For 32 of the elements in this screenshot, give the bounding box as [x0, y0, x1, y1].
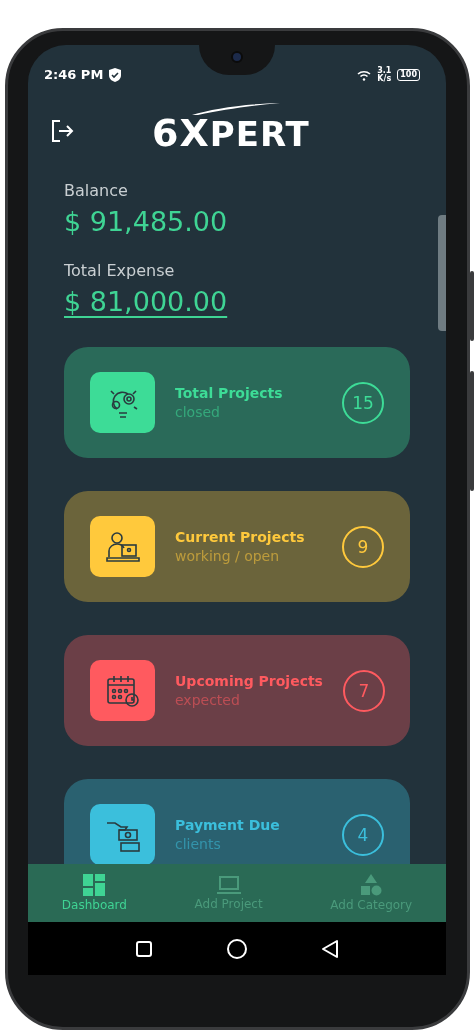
summary-label: Balance: [64, 181, 129, 200]
wifi-icon: [357, 69, 372, 81]
summary-label: Total Expense: [64, 261, 176, 280]
status-time: 2:46 PM: [44, 67, 104, 82]
stat-card[interactable]: Current Projects working / open 9: [64, 491, 410, 602]
card-subtitle: working / open: [175, 548, 281, 564]
summary-amount[interactable]: $ 81,000.00: [64, 286, 228, 317]
summary-amount: $ 91,485.00: [64, 206, 228, 237]
logout-icon[interactable]: [50, 119, 74, 143]
stat-card[interactable]: Upcoming Projects expected 7: [64, 635, 410, 746]
card-subtitle: expected: [175, 692, 241, 708]
battery-level: 100: [397, 69, 420, 81]
card-title: Upcoming Projects: [175, 673, 323, 689]
laptop-icon: [215, 875, 242, 895]
count-badge: 7: [342, 669, 385, 712]
camera-icon: [231, 51, 243, 63]
nav-tab[interactable]: Dashboard: [55, 870, 133, 916]
shield-check-icon: [109, 67, 122, 82]
card-subtitle: closed: [175, 404, 221, 420]
stat-card[interactable]: Total Projects closed 15: [64, 347, 410, 458]
logo: 6XPERT: [152, 103, 322, 154]
shapes-icon: [360, 874, 383, 896]
card-title: Total Projects: [175, 385, 284, 401]
card-title: Current Projects: [175, 529, 306, 545]
scrollbar[interactable]: [438, 215, 446, 331]
card-title: Payment Due: [175, 817, 281, 833]
dashboard-icon: [83, 874, 106, 896]
count-badge: 15: [342, 381, 384, 424]
card-subtitle: clients: [175, 836, 222, 852]
count-badge: 4: [342, 813, 384, 856]
network-speed: 3.1 K/s: [377, 67, 392, 83]
count-badge: 9: [342, 525, 384, 568]
